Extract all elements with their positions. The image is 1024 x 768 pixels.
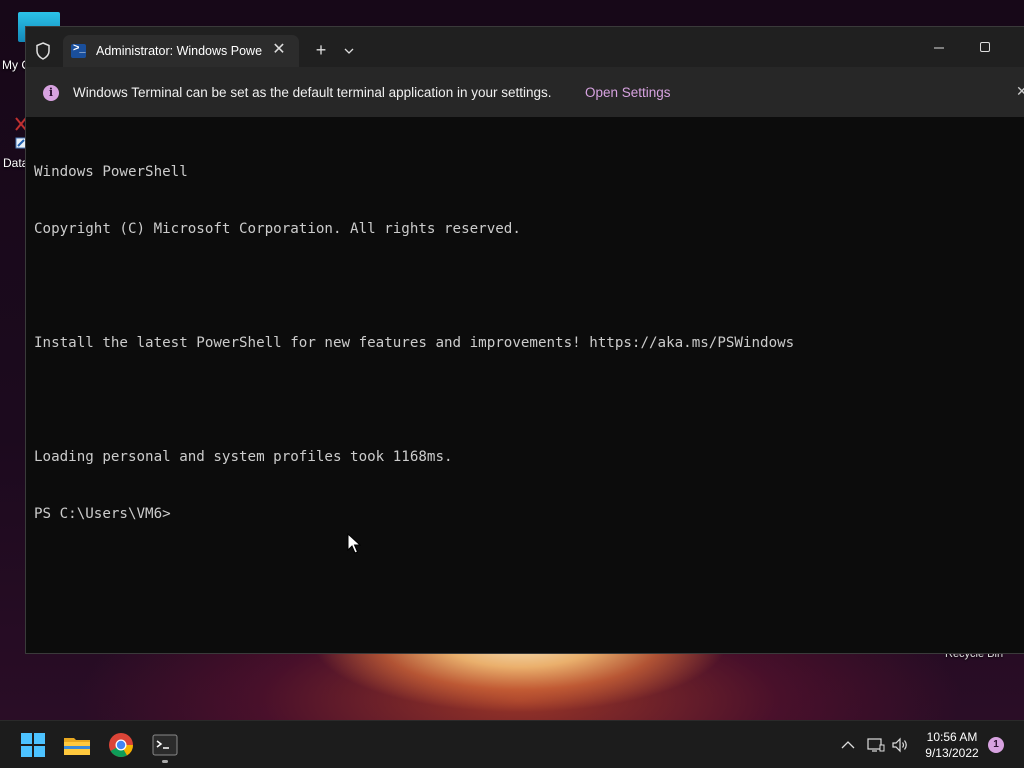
shield-icon — [36, 42, 50, 60]
console-line: Loading personal and system profiles too… — [34, 449, 453, 465]
start-icon[interactable] — [18, 730, 48, 760]
minimize-button[interactable] — [916, 35, 962, 61]
title-bar[interactable]: >_ Administrator: Windows PowerShell ✕ + — [26, 27, 1024, 67]
network-icon[interactable] — [865, 735, 885, 755]
close-infobar-button[interactable]: ✕ — [1016, 83, 1024, 100]
file-explorer-icon[interactable] — [62, 730, 92, 760]
console-line: Windows PowerShell — [34, 164, 188, 180]
system-clock[interactable]: 10:56 AM 9/13/2022 — [914, 729, 990, 761]
running-indicator — [162, 760, 168, 763]
tab-powershell[interactable]: >_ Administrator: Windows PowerShell ✕ — [63, 35, 299, 67]
console-output[interactable]: Windows PowerShell Copyright (C) Microso… — [34, 125, 1024, 562]
console-prompt[interactable]: PS C:\Users\VM6> — [34, 505, 1024, 524]
chevron-down-icon[interactable] — [338, 41, 360, 61]
notification-badge[interactable]: 1 — [988, 737, 1004, 753]
volume-icon[interactable] — [890, 735, 910, 755]
info-bar: i Windows Terminal can be set as the def… — [26, 67, 1024, 117]
info-icon: i — [43, 85, 59, 101]
tab-title: Administrator: Windows PowerShell — [96, 44, 262, 58]
new-tab-button[interactable]: + — [308, 40, 334, 62]
mouse-cursor-icon — [347, 533, 361, 554]
close-tab-button[interactable]: ✕ — [268, 40, 290, 62]
maximize-icon — [980, 42, 990, 52]
powershell-icon: >_ — [71, 42, 86, 58]
clock-date: 9/13/2022 — [925, 746, 979, 760]
terminal-window: >_ Administrator: Windows PowerShell ✕ +… — [25, 26, 1024, 654]
chevron-up-icon[interactable] — [838, 735, 858, 755]
console-line: Install the latest PowerShell for new fe… — [34, 335, 795, 351]
chrome-icon[interactable] — [106, 730, 136, 760]
minimize-icon — [934, 47, 944, 49]
terminal-icon[interactable] — [150, 730, 180, 760]
clock-time: 10:56 AM — [926, 730, 978, 744]
info-message: Windows Terminal can be set as the defau… — [73, 85, 552, 100]
open-settings-link[interactable]: Open Settings — [585, 85, 671, 100]
taskbar: 10:56 AM 9/13/2022 1 — [0, 720, 1024, 768]
console-line: Copyright (C) Microsoft Corporation. All… — [34, 221, 521, 237]
maximize-button[interactable] — [962, 35, 1008, 61]
